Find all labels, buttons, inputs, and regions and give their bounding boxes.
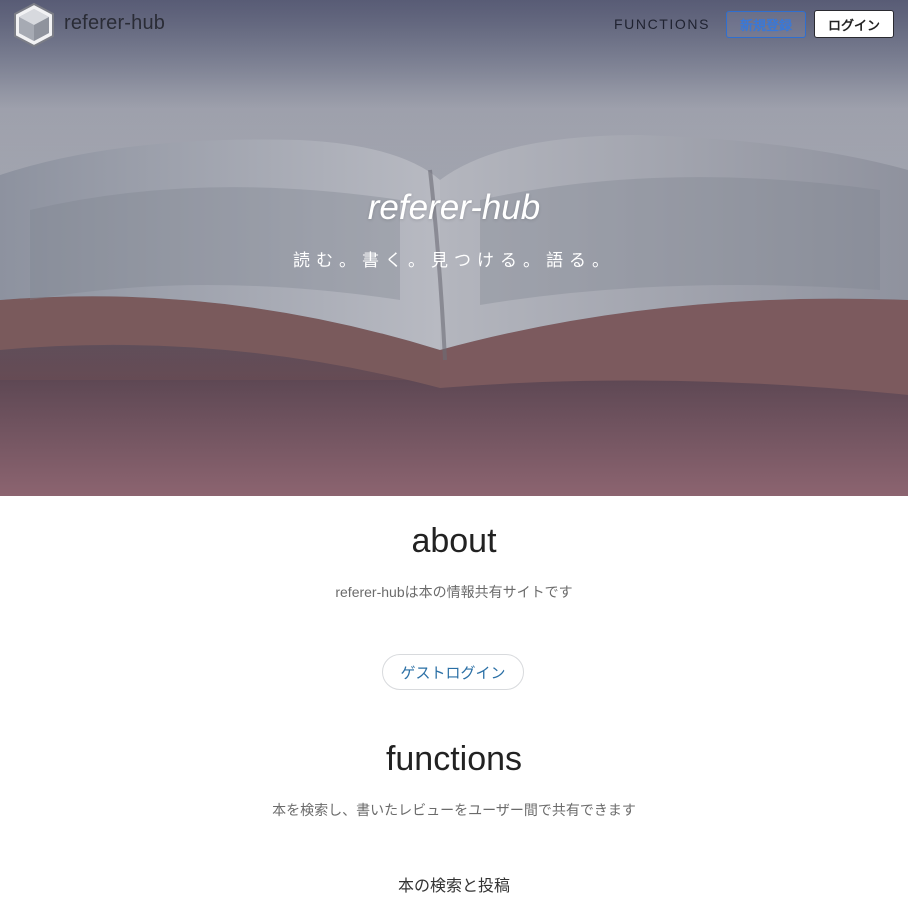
feature-title-search-post: 本の検索と投稿 bbox=[397, 878, 510, 895]
hero-title: referer-hub bbox=[367, 188, 541, 227]
functions-description: 本を検索し、書いたレビューをユーザー間で共有できます bbox=[272, 802, 636, 818]
login-button[interactable]: ログイン bbox=[814, 10, 894, 38]
guest-login-button[interactable]: ゲストログイン bbox=[382, 654, 524, 690]
functions-heading: functions bbox=[385, 740, 523, 778]
hero-section: referer-hub FUNCTIONS 新規登録 ログイン referer-… bbox=[0, 0, 908, 496]
about-heading: about bbox=[411, 522, 497, 560]
top-navbar: referer-hub FUNCTIONS 新規登録 ログイン bbox=[0, 0, 908, 50]
hero-tagline: 読む。書く。見つける。語る。 bbox=[293, 251, 615, 270]
signup-button[interactable]: 新規登録 bbox=[726, 11, 806, 38]
brand-name[interactable]: referer-hub bbox=[64, 12, 165, 35]
about-description: referer-hubは本の情報共有サイトです bbox=[335, 584, 573, 600]
cube-logo-icon[interactable] bbox=[12, 2, 56, 48]
functions-nav-link[interactable]: FUNCTIONS bbox=[614, 16, 710, 32]
